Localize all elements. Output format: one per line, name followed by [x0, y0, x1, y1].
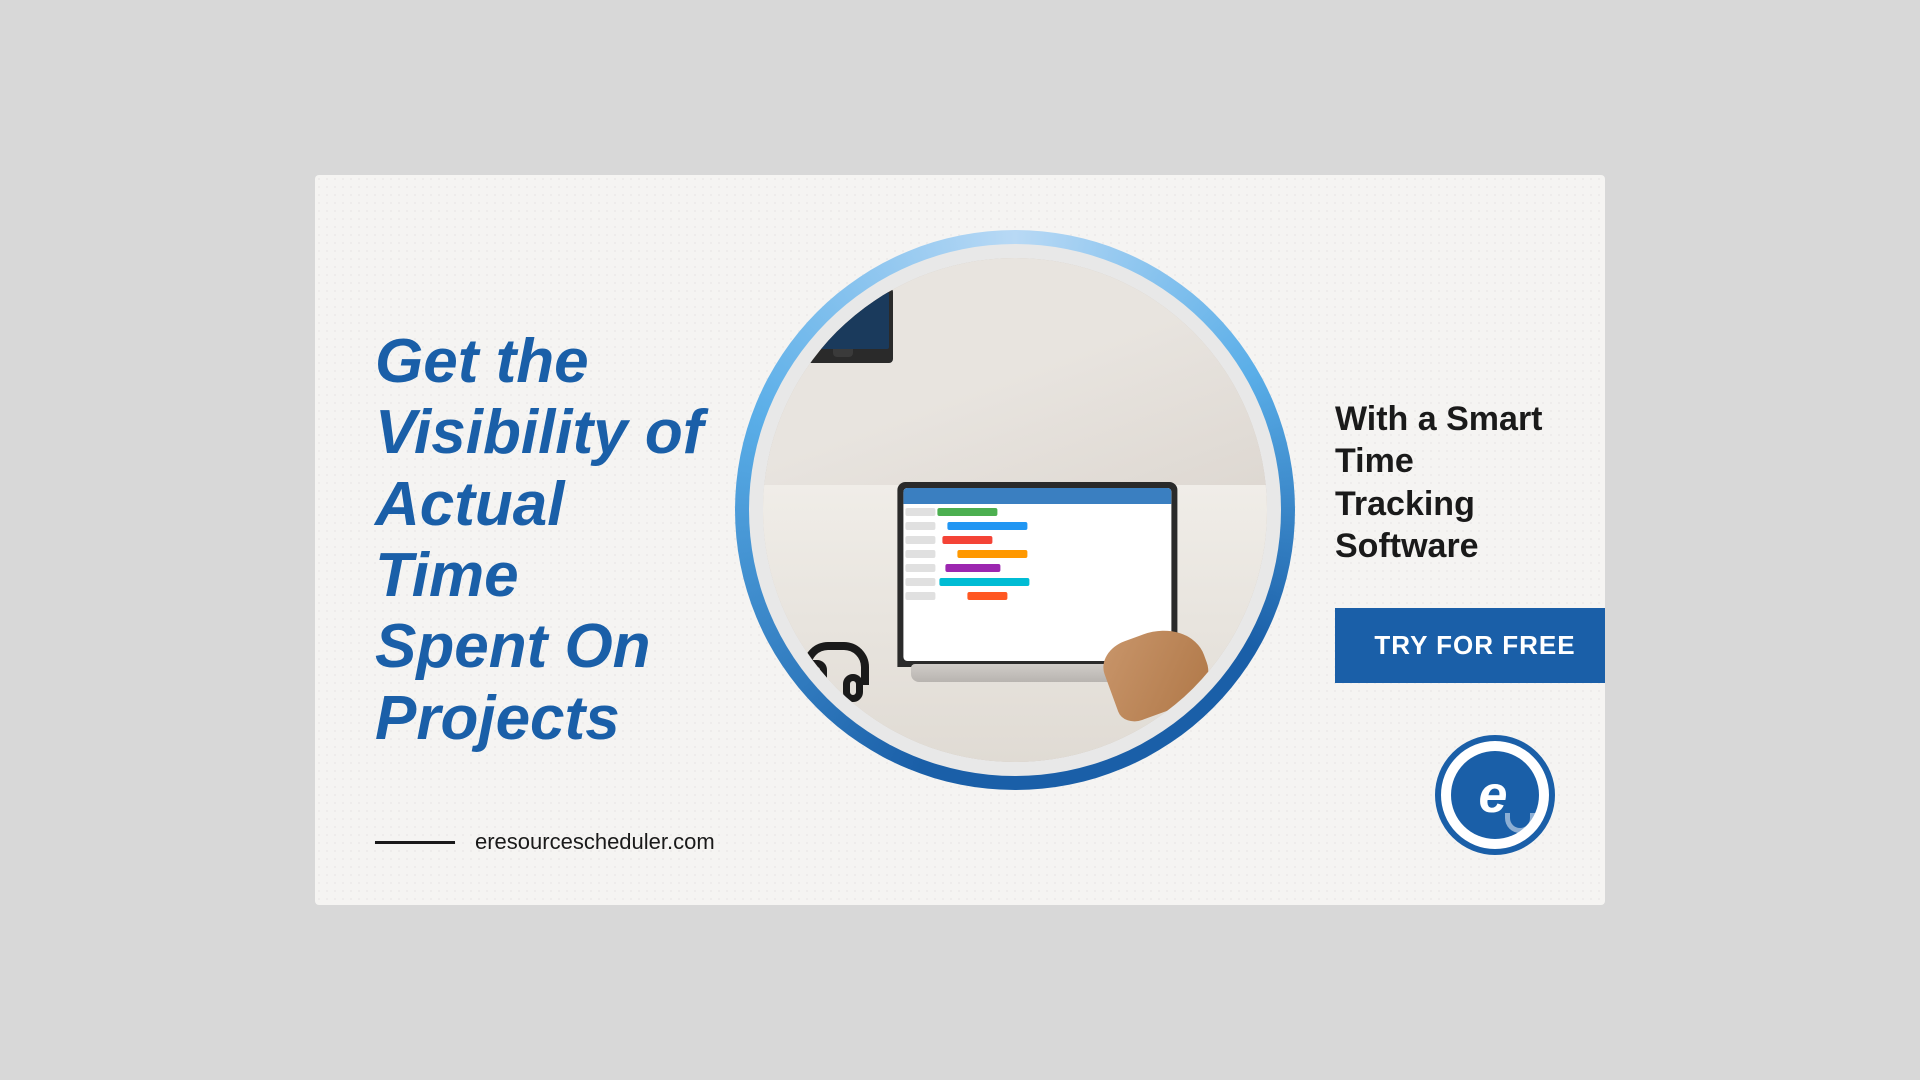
- logo-arc: [1505, 813, 1535, 833]
- monitor: [793, 288, 893, 363]
- monitor-screen: [797, 292, 889, 349]
- gantt-header: [903, 488, 1171, 504]
- monitor-stand: [833, 349, 853, 357]
- gantt-body: [903, 504, 1171, 606]
- logo-letter: e: [1479, 769, 1508, 821]
- try-for-free-button[interactable]: TRY FOR FREE: [1335, 608, 1605, 683]
- headphones-right: [843, 674, 863, 702]
- laptop-screen: [903, 488, 1171, 661]
- laptop-scene: [763, 258, 1267, 762]
- circle-frame: [735, 230, 1295, 790]
- bottom-bar: eresourcescheduler.com: [375, 829, 715, 855]
- brand-logo: e: [1435, 735, 1555, 855]
- ad-banner: Get the Visibility of Actual Time Spent …: [315, 175, 1605, 905]
- center-section: [735, 290, 1295, 790]
- bottom-line-decoration: [375, 841, 455, 844]
- circle-inner-content: [763, 258, 1267, 762]
- left-section: Get the Visibility of Actual Time Spent …: [315, 266, 735, 814]
- subtitle: With a Smart Time Tracking Software: [1335, 398, 1605, 568]
- headline: Get the Visibility of Actual Time Spent …: [375, 326, 715, 754]
- logo-inner: e: [1451, 751, 1539, 839]
- right-section: With a Smart Time Tracking Software TRY …: [1295, 338, 1605, 743]
- website-url: eresourcescheduler.com: [475, 829, 715, 855]
